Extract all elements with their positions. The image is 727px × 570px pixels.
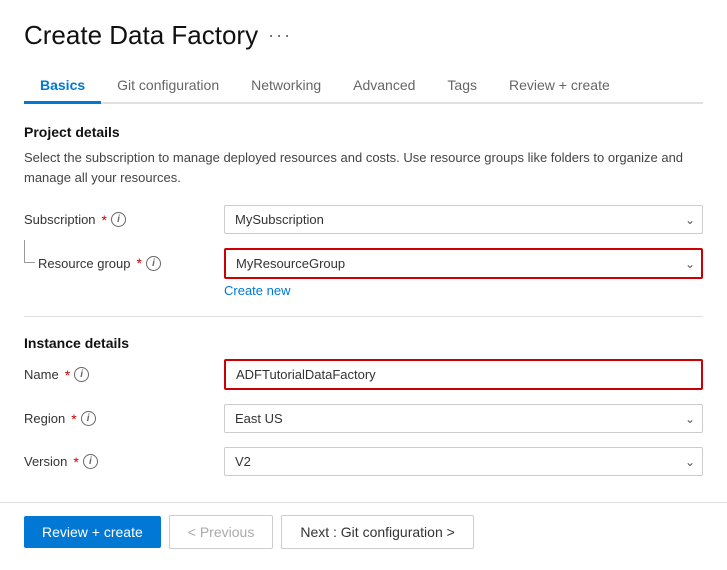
version-label: Version [24, 454, 67, 469]
instance-details-title: Instance details [24, 335, 703, 351]
region-row: Region * i East US ⌄ [24, 404, 703, 433]
tab-review-create[interactable]: Review + create [493, 69, 626, 104]
version-required: * [73, 454, 78, 470]
create-new-link[interactable]: Create new [224, 283, 703, 298]
subscription-dropdown[interactable]: MySubscription [224, 205, 703, 234]
project-details-description: Select the subscription to manage deploy… [24, 148, 703, 187]
page-title: Create Data Factory [24, 20, 258, 51]
region-required: * [71, 411, 76, 427]
ellipsis-menu-icon[interactable]: ··· [268, 25, 292, 46]
name-required: * [65, 367, 70, 383]
next-button[interactable]: Next : Git configuration > [281, 515, 473, 549]
resource-group-required: * [137, 255, 142, 271]
project-details-title: Project details [24, 124, 703, 140]
subscription-label: Subscription [24, 212, 96, 227]
section-divider [24, 316, 703, 317]
resource-group-row: Resource group * i MyResourceGroup ⌄ Cre… [24, 248, 703, 298]
subscription-info-icon[interactable]: i [111, 212, 126, 227]
tab-git-configuration[interactable]: Git configuration [101, 69, 235, 104]
footer: Review + create < Previous Next : Git co… [0, 502, 727, 561]
subscription-row: Subscription * i MySubscription ⌄ [24, 205, 703, 234]
name-row: Name * i [24, 359, 703, 390]
subscription-required: * [102, 212, 107, 228]
version-row: Version * i V2 ⌄ [24, 447, 703, 476]
tab-tags[interactable]: Tags [431, 69, 493, 104]
tab-advanced[interactable]: Advanced [337, 69, 431, 104]
version-dropdown[interactable]: V2 [224, 447, 703, 476]
review-create-button[interactable]: Review + create [24, 516, 161, 548]
tab-networking[interactable]: Networking [235, 69, 337, 104]
region-dropdown[interactable]: East US [224, 404, 703, 433]
previous-button[interactable]: < Previous [169, 515, 274, 549]
resource-group-info-icon[interactable]: i [146, 256, 161, 271]
version-info-icon[interactable]: i [83, 454, 98, 469]
name-input[interactable] [224, 359, 703, 390]
resource-group-dropdown[interactable]: MyResourceGroup [224, 248, 703, 279]
region-info-icon[interactable]: i [81, 411, 96, 426]
region-label: Region [24, 411, 65, 426]
tab-basics[interactable]: Basics [24, 69, 101, 104]
name-label: Name [24, 367, 59, 382]
resource-group-label: Resource group [38, 256, 131, 271]
tabs-bar: Basics Git configuration Networking Adva… [24, 69, 703, 104]
name-info-icon[interactable]: i [74, 367, 89, 382]
